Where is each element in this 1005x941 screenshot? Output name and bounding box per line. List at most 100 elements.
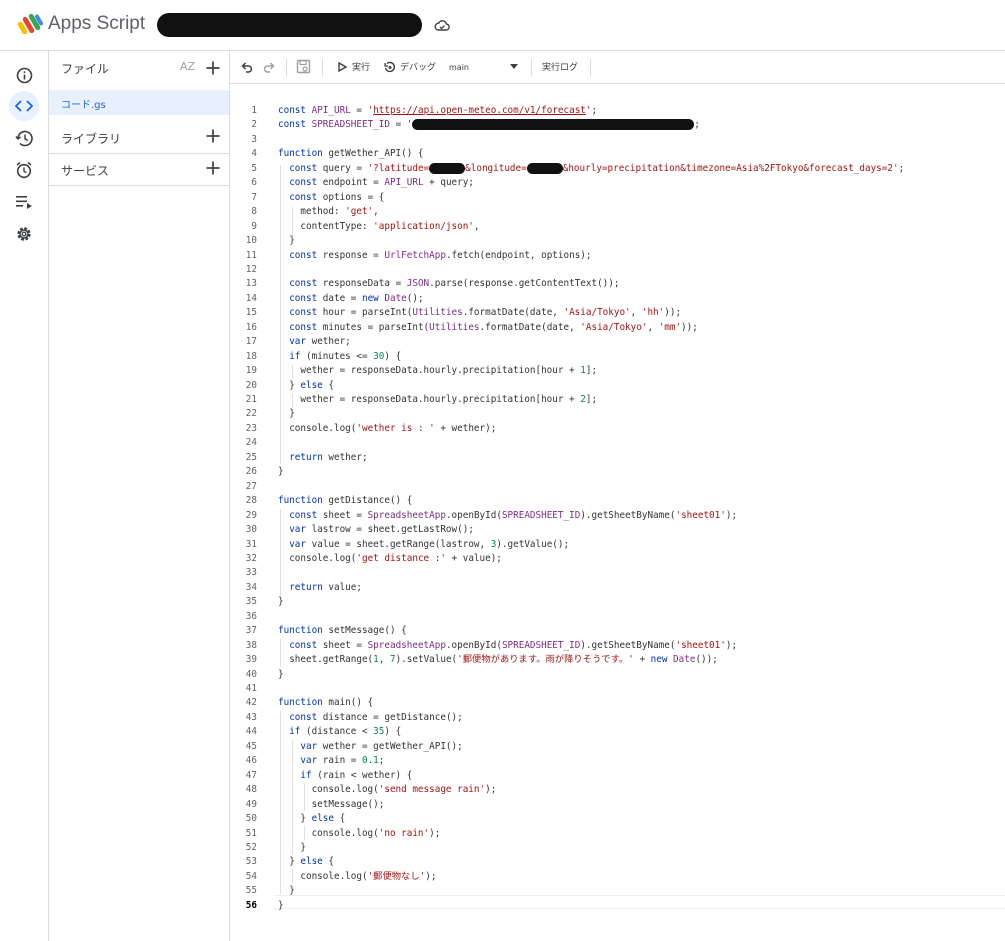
code-line[interactable]: 44 if (distance < 35) { [230, 725, 1005, 739]
code-text[interactable]: function getWether_API() { [278, 147, 424, 161]
settings-button[interactable] [9, 219, 39, 249]
executions-button[interactable] [9, 187, 39, 217]
code-text[interactable]: const hour = parseInt(Utilities.formatDa… [278, 306, 681, 320]
triggers-button[interactable] [9, 155, 39, 185]
code-line[interactable]: 26} [230, 465, 1005, 479]
code-text[interactable]: } [278, 884, 295, 898]
history-button[interactable] [9, 123, 39, 153]
code-line[interactable]: 8 method: 'get', [230, 205, 1005, 219]
code-line[interactable]: 17 var wether; [230, 335, 1005, 349]
save-icon[interactable] [296, 59, 311, 74]
code-text[interactable]: } [278, 841, 306, 855]
add-service-icon[interactable] [205, 160, 221, 176]
code-line[interactable]: 35} [230, 595, 1005, 609]
code-text[interactable]: } else { [278, 812, 345, 826]
redo-icon[interactable] [263, 61, 275, 73]
code-text[interactable]: setMessage(); [278, 798, 385, 812]
services-row[interactable]: サービス [49, 154, 229, 186]
code-text[interactable]: function setMessage() { [278, 624, 407, 638]
code-line[interactable]: 5 const query = '?latitude= &longitude= &h… [230, 162, 1005, 176]
code-text[interactable]: function getDistance() { [278, 494, 412, 508]
code-text[interactable]: var wether; [278, 335, 351, 349]
code-line[interactable]: 11 const response = UrlFetchApp.fetch(en… [230, 249, 1005, 263]
code-text[interactable]: console.log('send message rain'); [278, 783, 497, 797]
code-line[interactable]: 51 console.log('no rain'); [230, 827, 1005, 841]
code-text[interactable]: const endpoint = API_URL + query; [278, 176, 474, 190]
code-text[interactable]: } [278, 465, 284, 479]
code-text[interactable]: console.log('get distance :' + value); [278, 552, 502, 566]
apps-script-logo-icon[interactable] [17, 12, 43, 36]
code-line[interactable]: 43 const distance = getDistance(); [230, 711, 1005, 725]
code-line[interactable]: 34 return value; [230, 581, 1005, 595]
code-text[interactable]: return value; [278, 581, 362, 595]
debug-button[interactable]: デバッグ [384, 60, 436, 73]
code-line[interactable]: 29 const sheet = SpreadsheetApp.openById… [230, 509, 1005, 523]
code-line[interactable]: 23 console.log('wether is : ' + wether); [230, 422, 1005, 436]
code-text[interactable]: const sheet = SpreadsheetApp.openById(SP… [278, 639, 737, 653]
code-line[interactable]: 13 const responseData = JSON.parse(respo… [230, 277, 1005, 291]
code-text[interactable]: } [278, 899, 284, 913]
code-text[interactable]: } else { [278, 379, 334, 393]
code-line[interactable]: 9 contentType: 'application/json', [230, 220, 1005, 234]
redacted-project-name[interactable] [157, 13, 422, 37]
undo-icon[interactable] [241, 61, 253, 73]
code-line[interactable]: 24 [230, 436, 1005, 450]
code-text[interactable]: return wether; [278, 451, 367, 465]
code-line[interactable]: 32 console.log('get distance :' + value)… [230, 552, 1005, 566]
code-line[interactable]: 10 } [230, 234, 1005, 248]
code-line[interactable]: 49 setMessage(); [230, 798, 1005, 812]
code-text[interactable]: } [278, 234, 295, 248]
code-text[interactable]: const distance = getDistance(); [278, 711, 463, 725]
code-line[interactable]: 16 const minutes = parseInt(Utilities.fo… [230, 321, 1005, 335]
code-line[interactable]: 54 console.log('郵便物なし'); [230, 870, 1005, 884]
code-line[interactable]: 53 } else { [230, 855, 1005, 869]
code-line[interactable]: 19 wether = responseData.hourly.precipit… [230, 364, 1005, 378]
libraries-row[interactable]: ライブラリ [49, 122, 229, 154]
code-line[interactable]: 50 } else { [230, 812, 1005, 826]
code-text[interactable]: console.log('no rain'); [278, 827, 441, 841]
code-line[interactable]: 48 console.log('send message rain'); [230, 783, 1005, 797]
code-line[interactable]: 41 [230, 682, 1005, 696]
code-text[interactable]: const SPREADSHEET_ID = '; [278, 118, 700, 132]
code-text[interactable]: const minutes = parseInt(Utilities.forma… [278, 321, 698, 335]
file-item-code-gs[interactable]: コード.gs [49, 90, 229, 115]
code-text[interactable]: if (rain < wether) { [278, 769, 412, 783]
code-line[interactable]: 37 function setMessage() { [230, 624, 1005, 638]
code-line[interactable]: 36 [230, 610, 1005, 624]
code-line[interactable]: 52 } [230, 841, 1005, 855]
code-text[interactable]: wether = responseData.hourly.precipitati… [278, 364, 597, 378]
run-button[interactable]: 実行 [338, 60, 370, 73]
code-line[interactable]: 38 const sheet = SpreadsheetApp.openById… [230, 639, 1005, 653]
code-line[interactable]: 12 [230, 263, 1005, 277]
code-text[interactable]: var lastrow = sheet.getLastRow(); [278, 523, 474, 537]
code-line[interactable]: 6 const endpoint = API_URL + query; [230, 176, 1005, 190]
code-text[interactable]: var value = sheet.getRange(lastrow, 3).g… [278, 538, 569, 552]
code-text[interactable]: const sheet = SpreadsheetApp.openById(SP… [278, 509, 737, 523]
code-text[interactable]: const response = UrlFetchApp.fetch(endpo… [278, 249, 591, 263]
code-text[interactable]: method: 'get', [278, 205, 378, 219]
code-line[interactable]: 46 var rain = 0.1; [230, 754, 1005, 768]
code-text[interactable]: var rain = 0.1; [278, 754, 384, 768]
function-select[interactable]: main [448, 59, 520, 75]
code-line[interactable]: 47 if (rain < wether) { [230, 769, 1005, 783]
code-line[interactable]: 39 sheet.getRange(1, 7).setValue('郵便物があり… [230, 653, 1005, 667]
code-text[interactable]: const date = new Date(); [278, 292, 423, 306]
cloud-sync-icon[interactable] [434, 18, 450, 34]
code-text[interactable]: const query = '?latitude= &longitude= &hou… [278, 162, 904, 176]
code-line[interactable]: 18 if (minutes <= 30) { [230, 350, 1005, 364]
code-line[interactable]: 7 const options = { [230, 191, 1005, 205]
code-text[interactable]: wether = responseData.hourly.precipitati… [278, 393, 597, 407]
code-line[interactable]: 55 } [230, 884, 1005, 898]
add-library-icon[interactable] [205, 128, 221, 144]
code-line[interactable]: 22 } [230, 407, 1005, 421]
code-line[interactable]: 45 var wether = getWether_API(); [230, 740, 1005, 754]
code-line[interactable]: 2 const SPREADSHEET_ID = '; [230, 118, 1005, 132]
code-text[interactable]: } [278, 668, 284, 682]
code-line[interactable]: 33 [230, 566, 1005, 580]
execution-log-button[interactable]: 実行ログ [542, 60, 578, 73]
code-text[interactable]: const options = { [278, 191, 384, 205]
code-line[interactable]: 1 const API_URL = 'https://api.open-meteo… [230, 104, 1005, 118]
code-text[interactable]: sheet.getRange(1, 7).setValue('郵便物があります。… [278, 653, 718, 667]
code-text[interactable]: if (distance < 35) { [278, 725, 401, 739]
add-file-icon[interactable] [205, 60, 221, 76]
